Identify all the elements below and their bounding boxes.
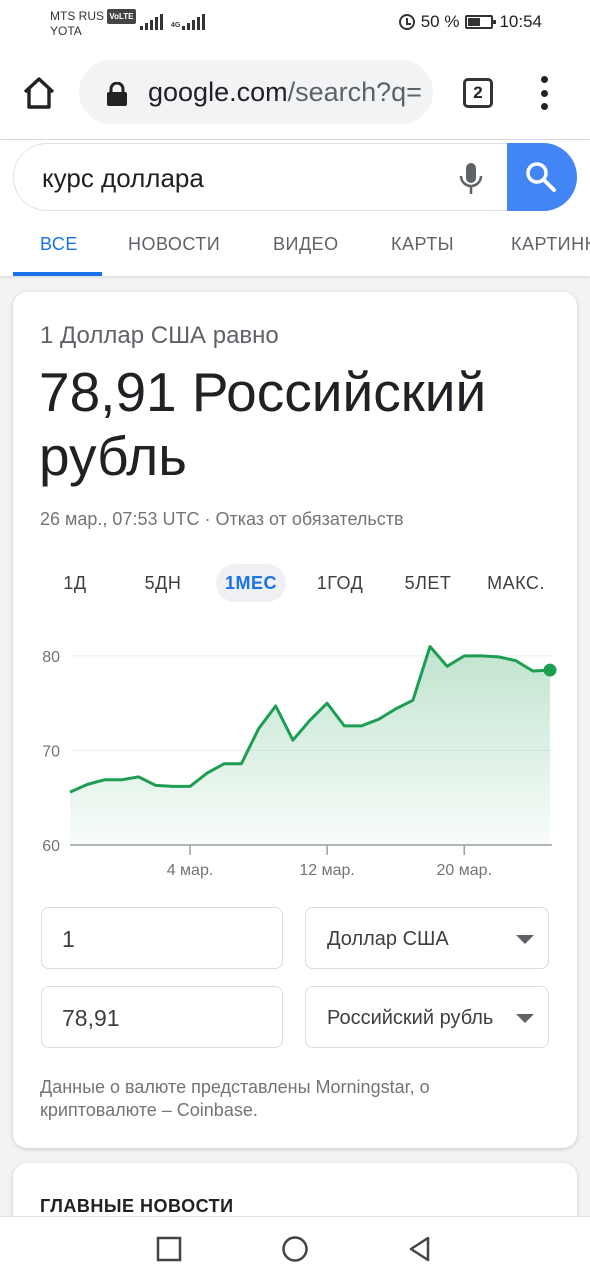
amount-to-input[interactable]: 78,91 [41, 986, 283, 1048]
amount-from-value: 1 [62, 926, 75, 952]
conversion-result: 78,91 Российский рубль [39, 361, 487, 487]
y-tick-label: 70 [42, 743, 60, 760]
time-range-selector: 1Д 5ДН 1МЕС 1ГОД 5ЛЕТ МАКС. [13, 564, 577, 604]
x-tick-label: 12 мар. [299, 862, 354, 879]
range-max[interactable]: МАКС. [481, 564, 551, 602]
currency-to-select[interactable]: Российский рубль [305, 986, 549, 1048]
home-circle-icon[interactable] [281, 1235, 309, 1263]
battery-icon [465, 15, 497, 29]
tab-images[interactable]: КАРТИНКИ [511, 234, 590, 255]
search-box[interactable]: курс доллара [13, 143, 577, 211]
carrier-name: MTS RUS [50, 9, 104, 23]
x-tick-label: 20 мар. [437, 862, 492, 879]
recent-apps-icon[interactable] [155, 1235, 183, 1263]
amount-from-input[interactable]: 1 [41, 907, 283, 969]
x-tick-label: 4 мар. [167, 862, 214, 879]
back-icon[interactable] [406, 1235, 434, 1263]
clock: 10:54 [499, 12, 542, 31]
currency-converter-card: 1 Доллар США равно 78,91 Российский рубл… [13, 292, 577, 1148]
search-input[interactable]: курс доллара [42, 163, 204, 193]
system-navigation-bar [0, 1216, 590, 1280]
data-source-note: Данные о валюте представлены Morningstar… [40, 1077, 430, 1120]
conversion-from-text: 1 Доллар США равно [40, 322, 279, 349]
address-bar[interactable]: google.com/search?q= [79, 60, 433, 124]
conversion-timestamp[interactable]: 26 мар., 07:53 UTC · Отказ от обязательс… [40, 509, 404, 530]
chart-area-fill [70, 646, 550, 845]
status-right: 50 % 10:54 [398, 12, 542, 32]
chevron-down-icon [516, 935, 534, 944]
more-vert-icon[interactable] [536, 76, 552, 110]
signal-bars-icon [140, 14, 163, 30]
currency-from-value: Доллар США [327, 928, 449, 950]
url-path: /search?q= [287, 77, 422, 107]
currency-to-value: Российский рубль [327, 1007, 494, 1029]
tab-switcher-button[interactable]: 2 [463, 78, 493, 108]
y-tick-label: 80 [42, 649, 60, 666]
range-5y[interactable]: 5ЛЕТ [395, 564, 461, 602]
home-icon [23, 77, 55, 109]
range-1d[interactable]: 1Д [55, 564, 95, 602]
url-text: google.com/search?q= [148, 75, 422, 109]
volte-badge: VoLTE [107, 9, 136, 24]
browser-toolbar: google.com/search?q= 2 [0, 48, 590, 140]
tab-news[interactable]: НОВОСТИ [128, 234, 220, 255]
mobile-data-icon: 4G [171, 14, 206, 30]
active-tab-indicator [13, 272, 102, 276]
status-bar: MTS RUS VoLTE YOTA 4G 50 % 10:54 [0, 0, 590, 48]
range-1m[interactable]: 1МЕС [216, 564, 286, 602]
carrier-name-2: YOTA [50, 24, 82, 38]
tab-video[interactable]: ВИДЕО [273, 234, 339, 255]
signal-indicators: 4G [140, 14, 206, 30]
url-host: google.com [148, 77, 288, 107]
exchange-rate-chart[interactable]: 60 70 80 4 мар. 12 мар. 20 мар. [13, 637, 577, 887]
top-news-heading: ГЛАВНЫЕ НОВОСТИ [40, 1196, 234, 1216]
alarm-icon [398, 14, 415, 30]
carrier-info: MTS RUS VoLTE YOTA [50, 9, 136, 39]
search-button[interactable] [507, 143, 577, 211]
home-button[interactable] [20, 74, 58, 112]
search-header: курс доллара ВСЕ НОВОСТИ ВИДЕО КАРТЫ КАР… [0, 140, 590, 276]
battery-percent: 50 % [420, 12, 460, 31]
tab-all[interactable]: ВСЕ [40, 234, 78, 255]
currency-from-select[interactable]: Доллар США [305, 907, 549, 969]
microphone-icon[interactable] [458, 162, 484, 196]
chart-current-point [543, 663, 557, 677]
range-1y[interactable]: 1ГОД [305, 564, 375, 602]
tabs-count: 2 [473, 83, 483, 102]
network-type: 4G [171, 22, 181, 29]
search-tabs: ВСЕ НОВОСТИ ВИДЕО КАРТЫ КАРТИНКИ [0, 224, 590, 276]
chevron-down-icon [516, 1014, 534, 1023]
y-tick-label: 60 [42, 838, 60, 855]
lock-icon [107, 82, 127, 106]
tab-maps[interactable]: КАРТЫ [391, 234, 454, 255]
amount-to-value: 78,91 [62, 1005, 120, 1031]
search-icon [526, 162, 556, 192]
range-5d[interactable]: 5ДН [135, 564, 191, 602]
